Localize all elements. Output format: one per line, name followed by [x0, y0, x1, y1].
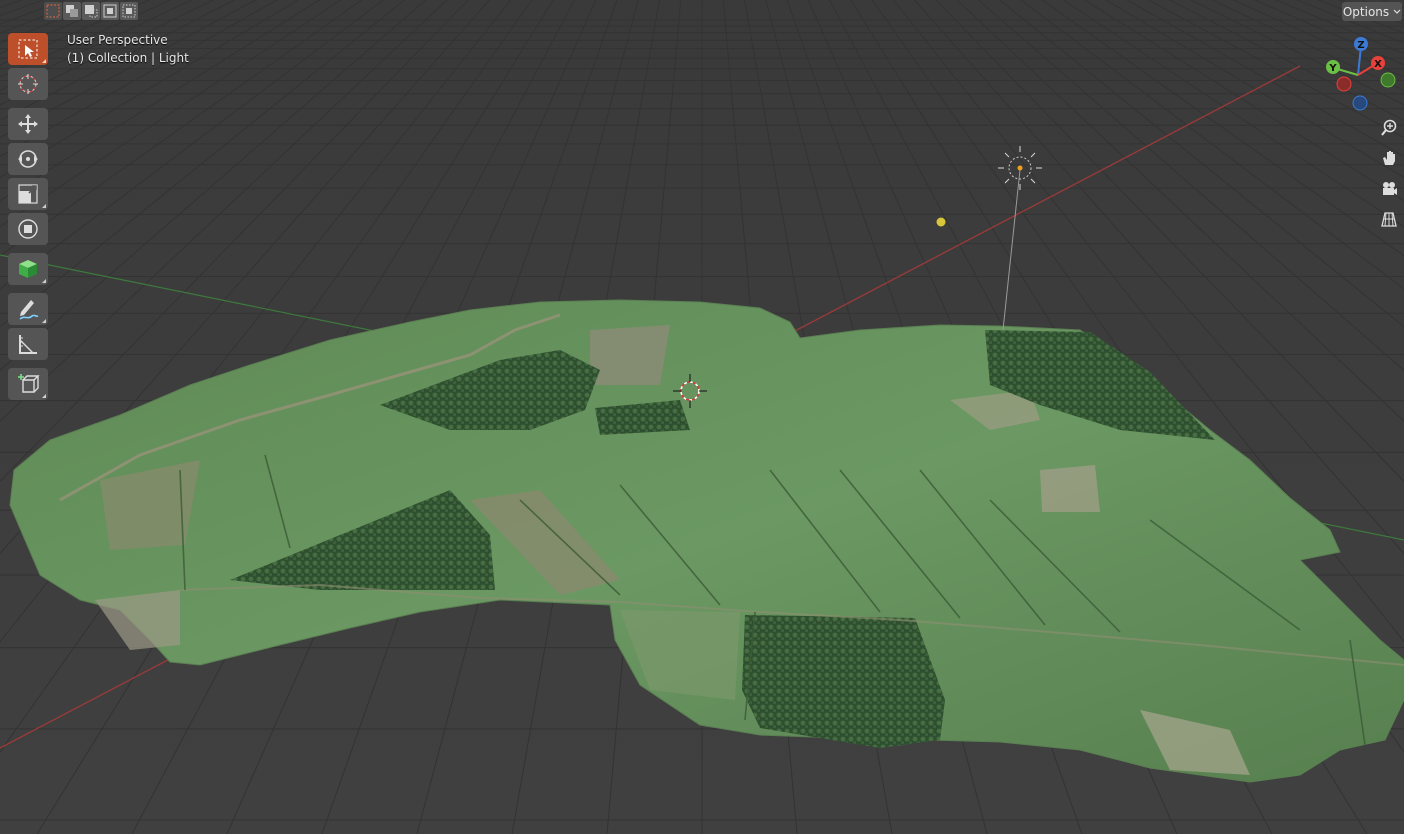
- light-origin-dot: [936, 217, 946, 227]
- measure-tool[interactable]: [8, 328, 48, 360]
- rotate-icon: [18, 150, 38, 168]
- scale-tool[interactable]: [8, 178, 48, 210]
- zoom-button[interactable]: [1377, 116, 1401, 140]
- pan-button[interactable]: [1377, 146, 1401, 170]
- select-intersect-icon[interactable]: [120, 2, 138, 20]
- camera-icon: [1383, 182, 1397, 195]
- add-object-icon: [18, 374, 40, 393]
- selection-mode-group: [44, 2, 138, 20]
- zoom-icon: [1381, 119, 1397, 136]
- transform-icon: [18, 219, 38, 239]
- pan-hand-icon: [1383, 151, 1395, 165]
- 3d-viewport[interactable]: Z X Y: [0, 0, 1404, 834]
- camera-view-button[interactable]: [1377, 177, 1401, 201]
- gizmo-y-neg: [1380, 72, 1396, 88]
- add-cube-tool[interactable]: [8, 253, 48, 285]
- select-extend-icon[interactable]: [63, 2, 81, 20]
- gizmo-z-label: Z: [1357, 40, 1364, 51]
- add-object-tool[interactable]: [8, 368, 48, 400]
- select-box-tool[interactable]: [8, 33, 48, 65]
- collection-info: (1) Collection | Light: [67, 51, 189, 65]
- gizmo-z-neg: [1352, 95, 1368, 111]
- cursor-tool[interactable]: [8, 68, 48, 100]
- move-tool[interactable]: [8, 108, 48, 140]
- annotate-tool[interactable]: [8, 293, 48, 325]
- transform-tool[interactable]: [8, 213, 48, 245]
- rotate-tool[interactable]: [8, 143, 48, 175]
- select-box-icon: [18, 39, 38, 59]
- move-icon: [18, 114, 38, 134]
- gizmo-x-neg: [1336, 76, 1352, 92]
- cursor-icon: [18, 74, 38, 94]
- add-cube-icon: [19, 260, 37, 278]
- select-new-icon[interactable]: [44, 2, 62, 20]
- grid-view-icon: [1381, 212, 1397, 227]
- select-invert-icon[interactable]: [101, 2, 119, 20]
- perspective-toggle-button[interactable]: [1377, 207, 1401, 231]
- gizmo-y-label: Y: [1328, 63, 1337, 74]
- options-dropdown[interactable]: Options: [1342, 2, 1402, 21]
- measure-icon: [19, 335, 37, 354]
- scale-icon: [18, 184, 38, 204]
- view-name: User Perspective: [67, 33, 168, 47]
- annotate-icon: [19, 300, 39, 320]
- chevron-down-icon: [1393, 9, 1401, 14]
- select-subtract-icon[interactable]: [82, 2, 100, 20]
- gizmo-x-label: X: [1374, 59, 1382, 70]
- options-label: Options: [1342, 4, 1390, 19]
